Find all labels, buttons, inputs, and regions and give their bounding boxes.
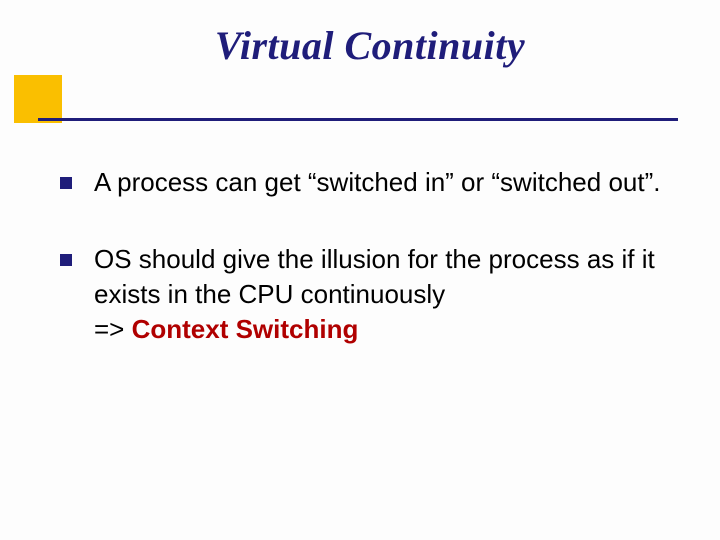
- slide-title: Virtual Continuity: [0, 22, 720, 69]
- slide: Virtual Continuity A process can get “sw…: [0, 0, 720, 540]
- bullet-arrow: =>: [94, 314, 132, 344]
- bullet-icon: [60, 254, 72, 266]
- title-area: Virtual Continuity: [0, 0, 720, 130]
- list-item: OS should give the illusion for the proc…: [60, 242, 680, 347]
- bullet-text: A process can get “switched in” or “swit…: [94, 165, 660, 200]
- bullet-emphasis: Context Switching: [132, 314, 359, 344]
- content-area: A process can get “switched in” or “swit…: [0, 130, 720, 347]
- bullet-icon: [60, 177, 72, 189]
- title-underline: [38, 118, 678, 121]
- accent-square: [14, 75, 62, 123]
- bullet-text: OS should give the illusion for the proc…: [94, 242, 680, 347]
- bullet-text-line: OS should give the illusion for the proc…: [94, 244, 655, 309]
- list-item: A process can get “switched in” or “swit…: [60, 165, 680, 200]
